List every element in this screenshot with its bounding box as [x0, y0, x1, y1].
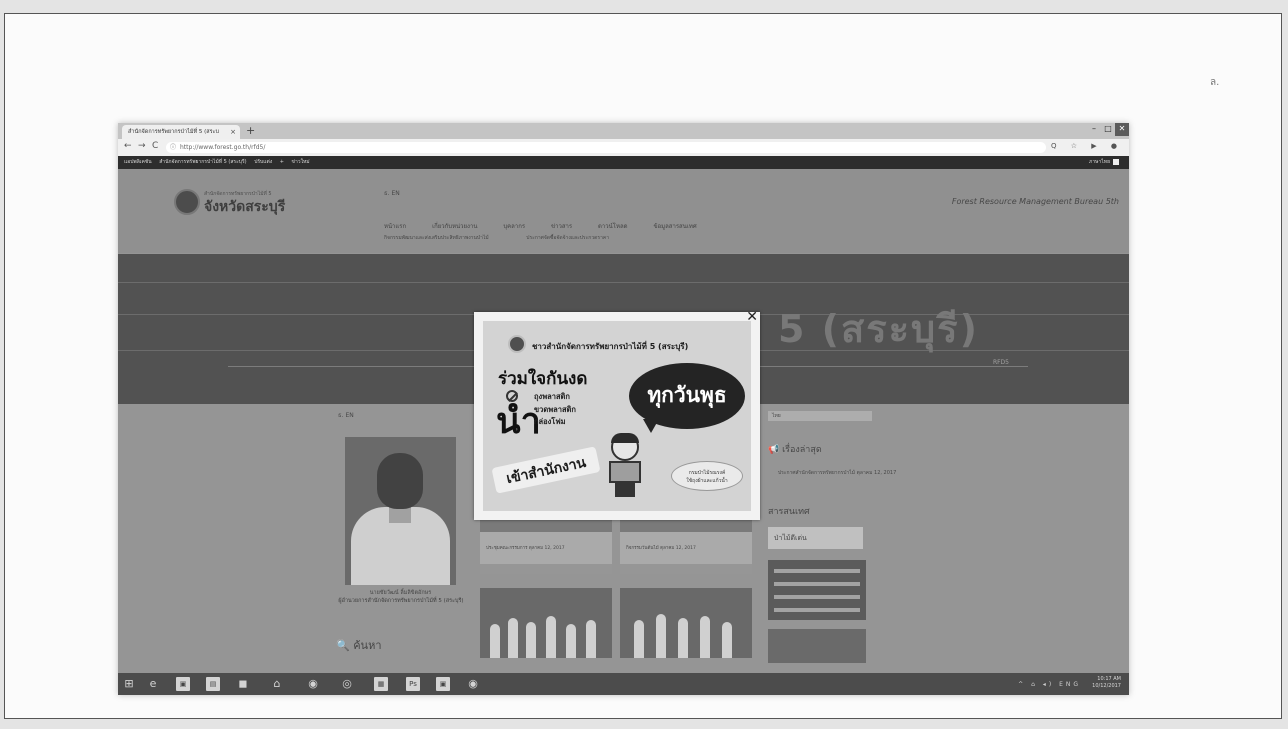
poster-line1: ร่วมใจกันงด — [498, 369, 588, 389]
new-tab-button[interactable]: + — [246, 123, 255, 138]
clock-time: 10:17 AM — [1097, 676, 1121, 682]
taskbar-app-icon[interactable]: ▦ — [374, 677, 388, 691]
taskbar-photoshop-icon[interactable]: Ps — [406, 677, 420, 691]
bookmark-apps[interactable]: แอปพลิเคชัน — [124, 159, 152, 165]
language-label: ภาษาไทย — [1089, 159, 1110, 165]
bookmark-add[interactable]: + — [280, 159, 284, 165]
bookmark-news[interactable]: ข่าวใหม่ — [292, 159, 310, 165]
windows-taskbar: ⊞ e ▣ ▤ ◼ ⌂ ◉ ◎ ▦ Ps ▣ ◉ ^ ⌂ ◂) ENG 10:1… — [118, 673, 1129, 695]
window-controls: – □ ✕ — [1087, 123, 1129, 136]
taskbar-chrome-icon[interactable]: ◎ — [340, 677, 354, 691]
popup-close-icon[interactable]: ✕ — [746, 309, 758, 325]
language-switch[interactable]: ภาษาไทย — [1083, 156, 1119, 169]
tab-close-icon[interactable]: × — [230, 125, 236, 139]
taskbar-app-icon[interactable]: ▣ — [436, 677, 450, 691]
flag-icon — [1113, 158, 1119, 165]
campaign-popup: ชาวสำนักจัดการทรัพยากรป่าไม้ที่ 5 (สระบุ… — [474, 309, 760, 520]
poster-items: ถุงพลาสติก ขวดพลาสติก กล่องโฟม — [534, 391, 576, 429]
maximize-button[interactable]: □ — [1101, 123, 1115, 136]
taskbar-app-icon[interactable]: ◉ — [466, 677, 480, 691]
poster-header: ชาวสำนักจัดการทรัพยากรป่าไม้ที่ 5 (สระบุ… — [532, 342, 689, 351]
clock-date: 10/12/2017 — [1092, 683, 1121, 689]
speech-bubble-tail — [643, 419, 659, 433]
campaign-badge: กรมป่าไม้รณรงค์ ใช้ถุงผ้าและแก้วน้ำ — [671, 461, 743, 491]
office-ribbon: เข้าสำนักงาน — [491, 446, 601, 494]
system-tray-icons[interactable]: ^ ⌂ ◂) ENG — [1018, 681, 1081, 688]
tab-title: สำนักจัดการทรัพยากรป่าไม้ที่ 5 (สระบ — [128, 129, 219, 135]
campaign-poster: ชาวสำนักจัดการทรัพยากรป่าไม้ที่ 5 (สระบุ… — [483, 321, 751, 511]
poster-item: กล่องโฟม — [534, 417, 566, 426]
start-button[interactable]: ⊞ — [122, 677, 136, 691]
badge-line: กรมป่าไม้รณรงค์ — [688, 470, 726, 476]
address-text: http://www.forest.go.th/rfd5/ — [180, 144, 266, 151]
close-window-button[interactable]: ✕ — [1115, 123, 1129, 136]
browser-tab[interactable]: สำนักจัดการทรัพยากรป่าไม้ที่ 5 (สระบ × — [122, 125, 240, 139]
badge-line: ใช้ถุงผ้าและแก้วน้ำ — [686, 478, 728, 484]
bubble-text: ทุกวันพุธ — [647, 383, 727, 407]
site-info-icon[interactable]: ⓘ — [170, 142, 176, 153]
cartoon-person-icon — [603, 433, 647, 497]
toolbar-icons[interactable]: Q ☆ ▶ ● — [1051, 142, 1123, 150]
person-legs — [615, 483, 635, 497]
clock[interactable]: 10:17 AM 10/12/2017 — [1092, 676, 1121, 690]
taskbar-app-icon[interactable]: ◼ — [236, 677, 250, 691]
bookmark-custom[interactable]: ปรับแต่ง — [254, 159, 272, 165]
taskbar-app-icon[interactable]: ▤ — [206, 677, 220, 691]
person-hair — [611, 433, 639, 443]
address-bar[interactable]: ⓘ http://www.forest.go.th/rfd5/ — [166, 142, 1046, 153]
bookmark-rfd5[interactable]: สำนักจัดการทรัพยากรป่าไม้ที่ 5 (สระบุรี) — [159, 159, 246, 165]
poster-item: ขวดพลาสติก — [534, 404, 576, 414]
taskbar-app-icon[interactable]: ▣ — [176, 677, 190, 691]
reload-button[interactable]: C — [152, 141, 158, 151]
bookmarks-bar: แอปพลิเคชัน สำนักจัดการทรัพยากรป่าไม้ที่… — [118, 156, 1129, 169]
browser-toolbar: ← → C ⓘ http://www.forest.go.th/rfd5/ Q … — [118, 139, 1129, 156]
person-body — [609, 461, 641, 483]
forward-button[interactable]: → — [138, 141, 146, 151]
screenshot-screen: สำนักจัดการทรัพยากรป่าไม้ที่ 5 (สระบ × +… — [118, 123, 1129, 695]
poster-item: ถุงพลาสติก — [534, 392, 570, 401]
taskbar-ie-icon[interactable]: e — [146, 677, 160, 691]
taskbar-home-icon[interactable]: ⌂ — [270, 677, 284, 691]
office-text: เข้าสำนักงาน — [504, 454, 588, 488]
corner-mark: ล. — [1210, 77, 1220, 88]
back-button[interactable]: ← — [124, 141, 132, 151]
minimize-button[interactable]: – — [1087, 123, 1101, 136]
rfd-popup-logo-icon — [508, 335, 526, 353]
tab-strip: สำนักจัดการทรัพยากรป่าไม้ที่ 5 (สระบ × +… — [118, 123, 1129, 139]
taskbar-app-icon[interactable]: ◉ — [306, 677, 320, 691]
